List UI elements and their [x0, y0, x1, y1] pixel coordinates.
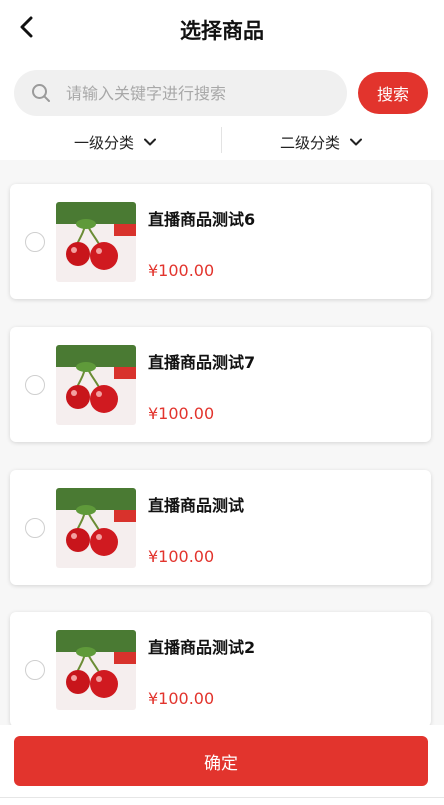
footer-divider — [0, 797, 444, 798]
product-image — [56, 202, 136, 282]
product-card[interactable]: 直播商品测试7 ¥100.00 — [10, 327, 431, 442]
category-level1-dropdown[interactable]: 一级分类 — [74, 127, 157, 157]
product-name: 直播商品测试7 — [148, 353, 256, 372]
product-card[interactable]: 直播商品测试2 ¥100.00 — [10, 612, 431, 725]
product-image — [56, 488, 136, 568]
product-price: ¥100.00 — [148, 689, 215, 708]
select-radio[interactable] — [25, 518, 45, 538]
search-box[interactable] — [14, 70, 347, 116]
search-button[interactable]: 搜索 — [358, 72, 428, 114]
category-level1-label: 一级分类 — [74, 133, 135, 152]
filter-row — [0, 124, 444, 158]
product-name: 直播商品测试 — [148, 496, 245, 515]
chevron-down-icon — [350, 138, 363, 146]
product-list[interactable]: 直播商品测试6 ¥100.00 直播商品测试7 ¥100.00 直播商品测试 ¥… — [0, 160, 444, 725]
filter-divider — [221, 127, 222, 153]
search-icon — [30, 82, 52, 104]
select-radio[interactable] — [25, 232, 45, 252]
product-price: ¥100.00 — [148, 404, 215, 423]
search-input[interactable] — [66, 83, 326, 103]
select-radio[interactable] — [25, 660, 45, 680]
category-level2-label: 二级分类 — [280, 133, 341, 152]
product-card[interactable]: 直播商品测试6 ¥100.00 — [10, 184, 431, 299]
product-image — [56, 345, 136, 425]
product-image — [56, 630, 136, 710]
page-title: 选择商品 — [180, 19, 264, 43]
product-price: ¥100.00 — [148, 261, 215, 280]
chevron-down-icon — [144, 138, 157, 146]
confirm-button[interactable]: 确定 — [14, 736, 428, 786]
select-radio[interactable] — [25, 375, 45, 395]
product-card[interactable]: 直播商品测试 ¥100.00 — [10, 470, 431, 585]
product-name: 直播商品测试6 — [148, 210, 256, 229]
category-level2-dropdown[interactable]: 二级分类 — [280, 127, 363, 157]
product-price: ¥100.00 — [148, 547, 215, 566]
product-name: 直播商品测试2 — [148, 638, 256, 657]
